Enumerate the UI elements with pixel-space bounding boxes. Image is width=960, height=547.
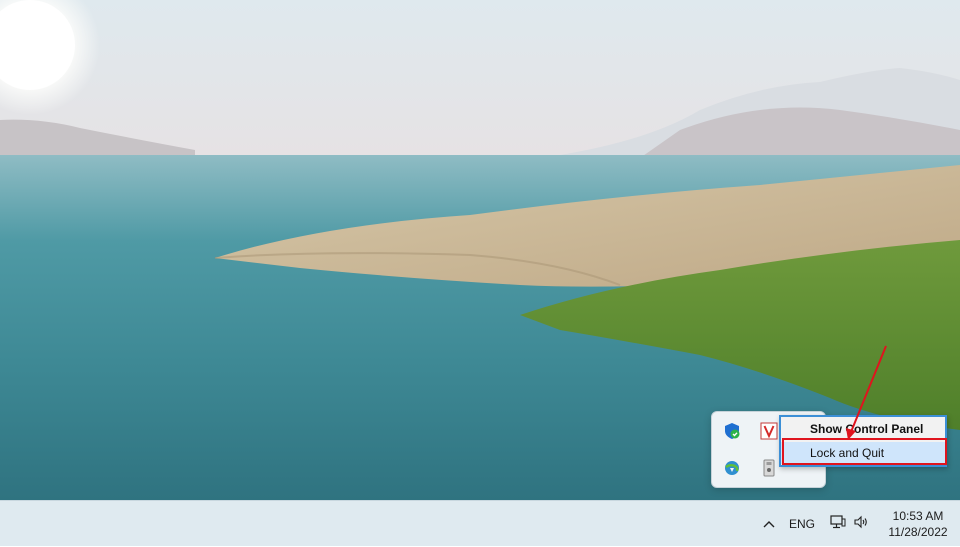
usb-drive-icon[interactable] [759, 458, 779, 478]
clock[interactable]: 10:53 AM 11/28/2022 [880, 501, 956, 547]
language-indicator[interactable]: ENG [785, 501, 819, 547]
volume-button[interactable] [851, 501, 871, 547]
highlight-box [782, 438, 947, 465]
windows-security-icon[interactable] [722, 421, 742, 441]
internet-download-manager-icon[interactable] [722, 458, 742, 478]
v-app-icon[interactable] [759, 421, 779, 441]
clock-time: 10:53 AM [892, 509, 944, 523]
taskbar: ENG 10:53 AM 11/28/2022 [0, 500, 960, 546]
network-button[interactable] [828, 501, 848, 547]
menu-item-show-control-panel[interactable]: Show Control Panel [781, 418, 945, 440]
chevron-up-icon [763, 515, 775, 533]
clock-date: 11/28/2022 [888, 525, 948, 539]
menu-item-label: Show Control Panel [810, 422, 924, 436]
show-hidden-icons-button[interactable] [758, 501, 780, 547]
language-label: ENG [788, 517, 815, 531]
speaker-icon [853, 515, 869, 534]
network-icon [830, 514, 846, 534]
